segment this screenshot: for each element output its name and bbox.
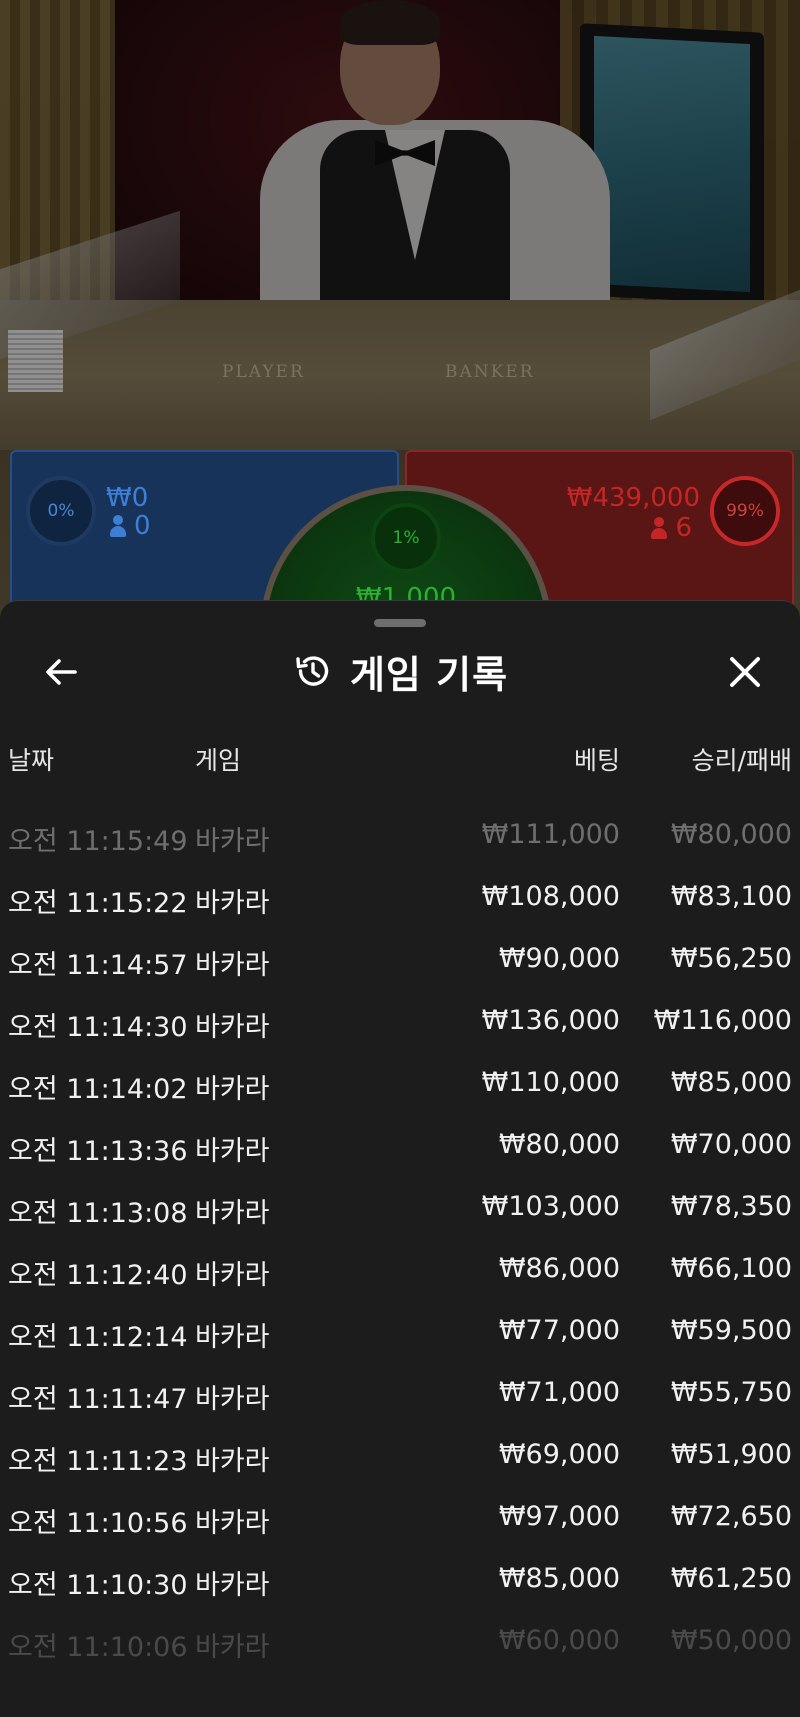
history-row[interactable]: 오전 11:10:30 바카라 ₩85,000 ₩61,250: [0, 1555, 800, 1617]
banker-count-value: 6: [675, 513, 692, 543]
row-time: 오전 11:12:40: [8, 1260, 188, 1291]
row-result: ₩80,000: [670, 819, 792, 850]
row-bet: ₩71,000: [498, 1377, 620, 1408]
player-bettor-count: 0: [110, 512, 151, 540]
history-row[interactable]: 오전 11:11:47 바카라 ₩71,000 ₩55,750: [0, 1369, 800, 1431]
history-table-header: 날짜 게임 베팅 승리/패배: [0, 741, 800, 781]
row-game: 바카라: [195, 1260, 270, 1291]
column-result: 승리/패배: [691, 746, 792, 775]
row-game: 바카라: [195, 1074, 270, 1105]
row-game: 바카라: [195, 1570, 270, 1601]
history-row[interactable]: 오전 11:11:23 바카라 ₩69,000 ₩51,900: [0, 1431, 800, 1493]
player-percent: 0%: [47, 501, 75, 521]
history-icon: [296, 656, 329, 686]
history-table-body[interactable]: 오전 11:15:49 바카라 ₩111,000 ₩80,000 오전 11:15:22…: [0, 811, 800, 1679]
row-game: 바카라: [195, 1136, 270, 1167]
row-bet: ₩60,000: [498, 1625, 620, 1656]
row-game: 바카라: [195, 950, 270, 981]
row-result: ₩78,350: [670, 1191, 792, 1222]
row-time: 오전 11:10:56: [8, 1508, 188, 1539]
close-button[interactable]: [720, 647, 770, 697]
row-time: 오전 11:14:02: [8, 1074, 188, 1105]
row-result: ₩83,100: [670, 881, 792, 912]
row-time: 오전 11:12:14: [8, 1322, 188, 1353]
row-bet: ₩108,000: [481, 881, 620, 912]
row-bet: ₩90,000: [498, 943, 620, 974]
row-result: ₩55,750: [670, 1377, 792, 1408]
row-bet: ₩136,000: [481, 1005, 620, 1036]
row-bet: ₩110,000: [481, 1067, 620, 1098]
tie-percent-ring: 1%: [371, 503, 441, 573]
row-game: 바카라: [195, 1508, 270, 1539]
row-time: 오전 11:14:57: [8, 950, 188, 981]
history-row[interactable]: 오전 11:12:14 바카라 ₩77,000 ₩59,500: [0, 1307, 800, 1369]
column-bet: 베팅: [573, 746, 620, 775]
banker-percent-ring: 99%: [710, 476, 780, 546]
row-time: 오전 11:10:30: [8, 1570, 188, 1601]
row-game: 바카라: [195, 1446, 270, 1477]
row-result: ₩59,500: [670, 1315, 792, 1346]
row-result: ₩61,250: [670, 1563, 792, 1594]
row-bet: ₩111,000: [481, 819, 620, 850]
row-game: 바카라: [195, 1322, 270, 1353]
row-bet: ₩86,000: [498, 1253, 620, 1284]
row-time: 오전 11:15:49: [8, 826, 188, 857]
row-bet: ₩85,000: [498, 1563, 620, 1594]
row-result: ₩51,900: [670, 1439, 792, 1470]
row-result: ₩116,000: [653, 1005, 792, 1036]
sheet-title: 게임 기록: [0, 641, 800, 701]
history-row[interactable]: 오전 11:14:02 바카라 ₩110,000 ₩85,000: [0, 1059, 800, 1121]
banker-percent: 99%: [726, 501, 764, 521]
history-row[interactable]: 오전 11:13:36 바카라 ₩80,000 ₩70,000: [0, 1121, 800, 1183]
row-time: 오전 11:13:08: [8, 1198, 188, 1229]
row-result: ₩56,250: [670, 943, 792, 974]
row-time: 오전 11:11:23: [8, 1446, 188, 1477]
history-row[interactable]: 오전 11:13:08 바카라 ₩103,000 ₩78,350: [0, 1183, 800, 1245]
history-row[interactable]: 오전 11:10:56 바카라 ₩97,000 ₩72,650: [0, 1493, 800, 1555]
history-row[interactable]: 오전 11:12:40 바카라 ₩86,000 ₩66,100: [0, 1245, 800, 1307]
row-result: ₩70,000: [670, 1129, 792, 1160]
column-date: 날짜: [8, 746, 55, 775]
row-game: 바카라: [195, 888, 270, 919]
close-icon: [730, 657, 760, 687]
row-result: ₩72,650: [670, 1501, 792, 1532]
row-time: 오전 11:15:22: [8, 888, 188, 919]
column-game: 게임: [195, 746, 242, 775]
history-row[interactable]: 오전 11:15:22 바카라 ₩108,000 ₩83,100: [0, 873, 800, 935]
row-time: 오전 11:13:36: [8, 1136, 188, 1167]
row-result: ₩66,100: [670, 1253, 792, 1284]
drag-handle[interactable]: [374, 619, 426, 627]
history-row[interactable]: 오전 11:14:30 바카라 ₩136,000 ₩116,000: [0, 997, 800, 1059]
row-bet: ₩97,000: [498, 1501, 620, 1532]
player-bet-amount: ₩0: [106, 483, 149, 513]
row-bet: ₩103,000: [481, 1191, 620, 1222]
row-game: 바카라: [195, 826, 270, 857]
game-history-sheet: 게임 기록 날짜 게임 베팅 승리/패배 오전 11:15:49 바카라 ₩111,…: [0, 600, 800, 1717]
banker-bet-amount: ₩439,000: [566, 483, 700, 513]
row-game: 바카라: [195, 1632, 270, 1663]
player-count-value: 0: [134, 511, 151, 541]
player-percent-ring: 0%: [26, 476, 96, 546]
history-row[interactable]: 오전 11:14:57 바카라 ₩90,000 ₩56,250: [0, 935, 800, 997]
history-row[interactable]: 오전 11:15:49 바카라 ₩111,000 ₩80,000: [0, 811, 800, 873]
row-result: ₩50,000: [670, 1625, 792, 1656]
row-time: 오전 11:14:30: [8, 1012, 188, 1043]
tie-percent: 1%: [392, 528, 420, 548]
row-time: 오전 11:11:47: [8, 1384, 188, 1415]
row-game: 바카라: [195, 1198, 270, 1229]
row-time: 오전 11:10:06: [8, 1632, 188, 1663]
row-bet: ₩69,000: [498, 1439, 620, 1470]
row-bet: ₩80,000: [498, 1129, 620, 1160]
banker-bettor-count: 6: [651, 514, 692, 542]
row-game: 바카라: [195, 1384, 270, 1415]
history-row[interactable]: 오전 11:10:06 바카라 ₩60,000 ₩50,000: [0, 1617, 800, 1679]
person-icon: [651, 517, 668, 539]
sheet-header: 게임 기록: [0, 641, 800, 701]
sheet-title-text: 게임 기록: [349, 652, 509, 697]
person-icon: [110, 515, 126, 537]
row-result: ₩85,000: [670, 1067, 792, 1098]
row-game: 바카라: [195, 1012, 270, 1043]
row-bet: ₩77,000: [498, 1315, 620, 1346]
